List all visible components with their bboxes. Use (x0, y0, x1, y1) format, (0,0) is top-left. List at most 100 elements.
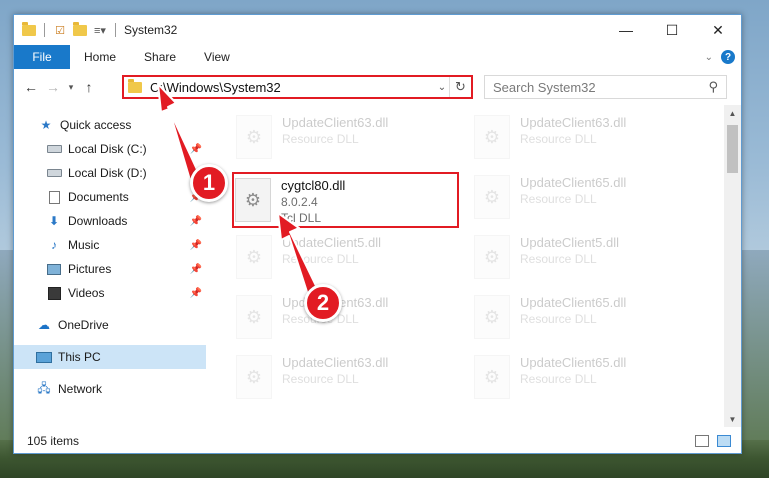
gear-file-icon: ⚙ (236, 235, 272, 279)
folder-icon (22, 21, 36, 37)
sidebar-item-onedrive[interactable]: ☁ OneDrive (14, 313, 206, 337)
gear-file-icon: ⚙ (474, 355, 510, 399)
file-name: cygtcl80.dll (281, 178, 346, 193)
file-item[interactable]: ⚙ UpdateClient63.dllResource DLL (474, 111, 699, 167)
downloads-icon: ⬇ (48, 214, 60, 228)
file-type: Resource DLL (282, 252, 359, 266)
customize-toolbar-icon[interactable]: ≡▾ (93, 23, 107, 37)
file-type: Resource DLL (520, 252, 597, 266)
gear-file-icon: ⚙ (474, 175, 510, 219)
status-bar: 105 items (14, 429, 741, 453)
file-type: Resource DLL (520, 192, 597, 206)
file-name: UpdateClient63.dll (282, 355, 389, 370)
vertical-scrollbar[interactable]: ▲ ▼ (724, 105, 741, 427)
view-switcher (695, 435, 741, 447)
gear-file-icon: ⚙ (236, 295, 272, 339)
scroll-thumb[interactable] (727, 125, 738, 173)
properties-icon[interactable]: ☑ (53, 23, 67, 37)
title-bar: ☑ ≡▾ System32 — ☐ ✕ (14, 15, 741, 45)
file-name: UpdateClient5.dll (282, 235, 382, 250)
pin-icon: 📌 (189, 239, 202, 251)
file-name: UpdateClient63.dll (282, 115, 389, 130)
chevron-down-icon[interactable]: ⌄ (435, 82, 449, 93)
pin-icon: 📌 (189, 215, 202, 227)
search-input[interactable] (493, 79, 709, 95)
tab-view[interactable]: View (190, 45, 244, 69)
search-box[interactable]: ⚲ (484, 75, 727, 99)
scroll-down-icon[interactable]: ▼ (724, 411, 741, 427)
file-type: Resource DLL (520, 312, 597, 326)
file-item[interactable]: ⚙ UpdateClient5.dll Resource DLL (474, 231, 699, 287)
file-list: ⚙ UpdateClient63.dll Resource DLL ⚙ Updat… (222, 105, 722, 427)
refresh-icon[interactable]: ↻ (449, 77, 471, 97)
explorer-window: ☑ ≡▾ System32 — ☐ ✕ File Home Share View… (13, 14, 742, 454)
sidebar-item-label: Documents (68, 190, 129, 204)
file-type: Resource DLL (282, 132, 359, 146)
file-item[interactable]: ⚙ UpdateClient65.dll Resource DLL (474, 351, 699, 407)
large-icons-view-icon[interactable] (717, 435, 731, 447)
tab-home[interactable]: Home (70, 45, 130, 69)
sidebar-item-label: Network (58, 382, 103, 396)
sidebar-item-videos[interactable]: Videos 📌 (14, 281, 206, 305)
sidebar-item-label: Pictures (68, 262, 112, 276)
sidebar-item-documents[interactable]: Documents 📌 (14, 185, 206, 209)
gear-file-icon: ⚙ (236, 115, 272, 159)
forward-button[interactable]: → (42, 76, 64, 98)
file-item-cygtcl80[interactable]: ⚙ cygtcl80.dll 8.0.2.4 Tcl DLL (235, 174, 460, 230)
toolbar-separator (115, 23, 116, 37)
up-button[interactable]: ↑ (78, 76, 100, 98)
file-name: UpdateClient63.dll (520, 115, 627, 130)
maximize-button[interactable]: ☐ (649, 15, 695, 45)
sidebar-item-label: This PC (58, 350, 101, 364)
file-item[interactable]: ⚙ UpdateClient65.dll Resource DLL (474, 171, 699, 227)
gear-file-icon: ⚙ (474, 235, 510, 279)
music-icon: ♪ (51, 238, 57, 252)
sidebar-item-local-disk-c[interactable]: Local Disk (C:) 📌 (14, 137, 206, 161)
details-view-icon[interactable] (695, 435, 709, 447)
sidebar-item-this-pc[interactable]: This PC (14, 345, 206, 369)
back-button[interactable]: ← (20, 76, 42, 98)
file-item[interactable]: ⚙ UpdateClient63.dllResource DLL (236, 291, 461, 347)
tab-file[interactable]: File (14, 45, 70, 69)
sidebar-item-quick-access[interactable]: ★ Quick access (14, 113, 206, 137)
file-item[interactable]: ⚙ UpdateClient65.dll Resource DLL (474, 291, 699, 347)
ribbon-right: ⌄ ? (705, 50, 741, 64)
address-bar[interactable]: C:\Windows\System32 ⌄ ↻ (122, 75, 473, 99)
scroll-up-icon[interactable]: ▲ (724, 105, 741, 121)
address-path[interactable]: C:\Windows\System32 (150, 80, 435, 95)
sidebar-item-label: Local Disk (C:) (68, 142, 147, 156)
file-version: 8.0.2.4 (281, 195, 318, 209)
pc-icon (36, 350, 52, 364)
sidebar-item-label: Local Disk (D:) (68, 166, 147, 180)
minimize-button[interactable]: — (603, 15, 649, 45)
gear-file-icon: ⚙ (236, 355, 272, 399)
sidebar-item-local-disk-d[interactable]: Local Disk (D:) (14, 161, 206, 185)
documents-icon (46, 190, 62, 204)
file-type: Resource DLL (520, 132, 597, 146)
file-item[interactable]: ⚙ UpdateClient5.dll Resource DLL (236, 231, 461, 287)
sidebar-item-pictures[interactable]: Pictures 📌 (14, 257, 206, 281)
star-icon: ★ (40, 118, 52, 132)
close-button[interactable]: ✕ (695, 15, 741, 45)
file-name: UpdateClient5.dll (520, 235, 620, 250)
window-controls: — ☐ ✕ (603, 15, 741, 45)
toolbar-separator (44, 23, 45, 37)
file-name: UpdateClient65.dll (520, 355, 627, 370)
file-type: Resource DLL (282, 372, 359, 386)
address-row: ← → ▾ ↑ C:\Windows\System32 ⌄ ↻ ⚲ (14, 72, 741, 102)
help-icon[interactable]: ? (721, 50, 735, 64)
sidebar-item-label: Music (68, 238, 100, 252)
videos-icon (46, 286, 62, 300)
recent-locations-button[interactable]: ▾ (64, 76, 78, 98)
new-folder-icon[interactable] (73, 21, 87, 37)
pin-icon: 📌 (189, 263, 202, 275)
file-item[interactable]: ⚙ UpdateClient63.dll Resource DLL (236, 351, 461, 407)
sidebar-item-music[interactable]: ♪ Music 📌 (14, 233, 206, 257)
desktop-wallpaper-right (739, 250, 769, 450)
tab-share[interactable]: Share (130, 45, 190, 69)
sidebar-item-network[interactable]: 🖧 Network (14, 377, 206, 401)
window-title: System32 (124, 23, 178, 37)
sidebar-item-downloads[interactable]: ⬇ Downloads 📌 (14, 209, 206, 233)
expand-ribbon-icon[interactable]: ⌄ (705, 52, 713, 63)
file-item[interactable]: ⚙ UpdateClient63.dll Resource DLL (236, 111, 461, 167)
